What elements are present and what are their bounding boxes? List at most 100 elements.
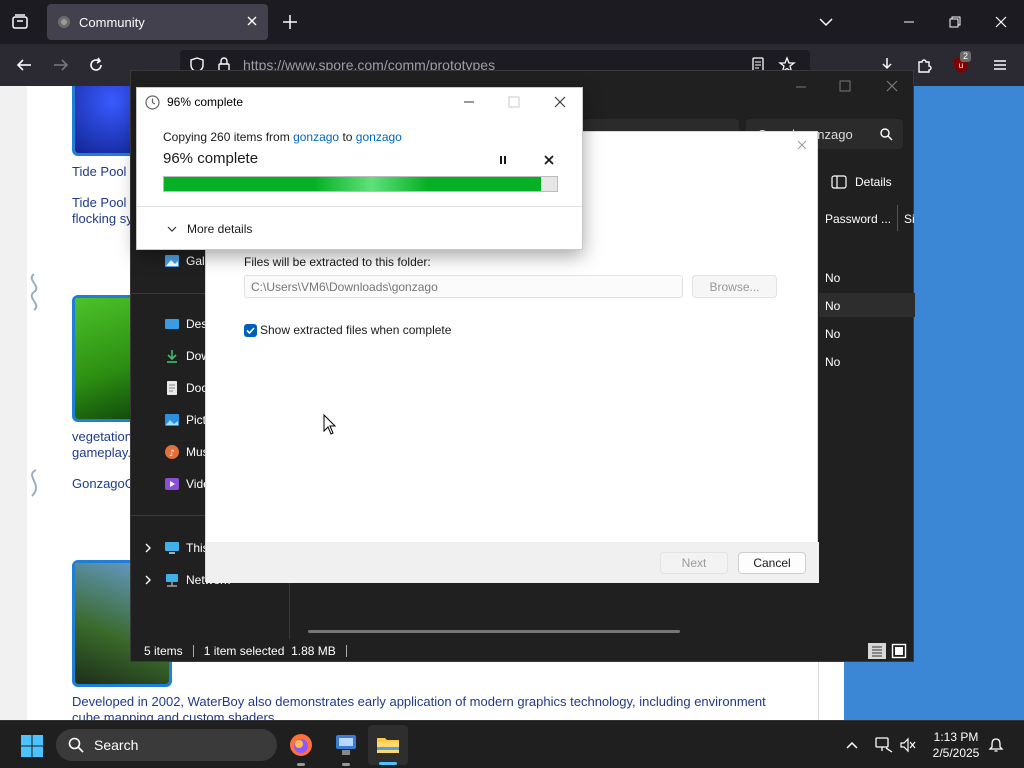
sidebar-item-downloads[interactable]: Dow (164, 348, 210, 364)
sidebar-item-documents[interactable]: Doc (164, 380, 207, 396)
details-pane-button[interactable]: Details (831, 175, 892, 189)
tiles-view-icon[interactable] (891, 643, 907, 659)
back-arrow-icon[interactable] (15, 56, 33, 74)
pause-icon[interactable] (497, 154, 509, 166)
sidebar-item-gallery[interactable]: Gall (164, 253, 207, 269)
chevron-up-icon[interactable] (845, 739, 859, 751)
close-window-icon[interactable] (992, 13, 1010, 31)
waterboy-description: Developed in 2002, WaterBoy also demonst… (72, 694, 766, 720)
prototype-link[interactable]: GonzagoG (72, 476, 135, 491)
sidebar-item-music[interactable]: ♪ Mus (164, 444, 209, 460)
chevron-right-icon[interactable] (143, 543, 153, 553)
cancel-copy-icon[interactable] (543, 154, 555, 166)
minimize-window-icon[interactable] (900, 13, 918, 31)
tab-community[interactable]: Community (47, 4, 268, 40)
new-tab-icon[interactable] (281, 13, 299, 31)
more-details-label: More details (187, 222, 253, 236)
destination-folder-link[interactable]: gonzago (356, 130, 402, 144)
chevron-right-icon[interactable] (143, 575, 153, 585)
copy-summary-prefix: Copying 260 items from (163, 130, 294, 144)
network-status-icon[interactable] (875, 737, 893, 753)
dialog-divider (137, 206, 582, 207)
computer-icon (165, 542, 179, 554)
progress-status: 96% complete (163, 150, 259, 167)
desktop-icon (165, 319, 179, 329)
maximize-window-icon (508, 96, 520, 108)
sidebar-item-videos[interactable]: Vide (164, 476, 210, 492)
extensions-badge: 2 (960, 51, 972, 62)
prototype-description: vegetation gameplay. (72, 429, 132, 460)
browser-tab-bar: Community (0, 0, 1024, 44)
forward-arrow-icon[interactable] (52, 56, 70, 74)
details-pane-icon (831, 175, 847, 189)
show-extracted-files-option[interactable]: Show extracted files when complete (244, 323, 451, 337)
copy-progress-bar (163, 176, 558, 192)
search-icon (68, 737, 84, 753)
copy-summary: Copying 260 items from gonzago to gonzag… (163, 130, 402, 144)
wizard-footer: Next Cancel (206, 542, 819, 583)
close-tab-icon[interactable] (244, 13, 260, 29)
copy-progress-dialog: 96% complete Copying 260 items from gonz… (136, 87, 583, 250)
extensions-icon[interactable] (915, 56, 933, 74)
chevron-down-icon (167, 226, 177, 232)
minimize-window-icon[interactable] (462, 95, 476, 109)
windows-start-icon[interactable] (20, 734, 44, 758)
sidebar-item-pictures[interactable]: Pict (164, 412, 206, 428)
notification-bell-icon[interactable] (988, 737, 1004, 753)
destination-folder-label: Files will be extracted to this folder: (244, 255, 431, 269)
prototype-link[interactable]: Tide Pool (72, 164, 126, 179)
file-explorer-taskbar-button[interactable] (368, 725, 408, 765)
next-button[interactable]: Next (660, 552, 728, 574)
restore-window-icon[interactable] (946, 13, 964, 31)
selection-info: 1 item selected 1.88 MB (203, 644, 336, 658)
close-icon[interactable] (796, 139, 808, 151)
taskbar-search[interactable]: Search (56, 729, 277, 761)
decorative-swirl-icon (30, 273, 38, 311)
download-arrow-icon (167, 350, 177, 363)
search-icon (880, 128, 893, 141)
details-view-icon[interactable] (868, 643, 886, 659)
system-clock[interactable]: 1:13 PM 2/5/2025 (924, 729, 988, 761)
gallery-icon (165, 255, 179, 267)
sidebar-item-desktop[interactable]: Des (164, 316, 207, 332)
dialog-title: 96% complete (167, 95, 244, 109)
tab-list-icon[interactable] (11, 13, 29, 31)
close-window-icon[interactable] (553, 95, 567, 109)
clock-icon (145, 94, 160, 110)
music-icon: ♪ (165, 445, 179, 459)
list-all-tabs-icon[interactable] (817, 13, 835, 31)
horizontal-scrollbar[interactable] (308, 630, 680, 633)
firefox-icon[interactable] (288, 732, 314, 758)
column-header-password[interactable]: Password ... (825, 212, 891, 226)
cancel-button[interactable]: Cancel (738, 552, 806, 574)
password-cell: No (825, 327, 841, 341)
network-setup-app-icon[interactable] (333, 732, 359, 758)
svg-text:u: u (959, 61, 963, 70)
menu-hamburger-icon[interactable] (991, 56, 1009, 74)
running-indicator (297, 763, 305, 766)
prototype-description: Tide Pool flocking sy (72, 195, 133, 226)
minimize-window-icon[interactable] (793, 79, 809, 95)
password-cell: No (825, 355, 841, 369)
password-cell: No (825, 271, 841, 285)
sidebar-item-label: Pict (186, 413, 207, 427)
mouse-pointer-icon (323, 414, 337, 435)
svg-text:♪: ♪ (169, 449, 175, 459)
maximize-window-icon[interactable] (837, 78, 853, 94)
volume-muted-icon[interactable] (899, 737, 917, 753)
details-label: Details (855, 175, 892, 189)
source-folder-link[interactable]: gonzago (293, 130, 339, 144)
column-header-size[interactable]: Si (904, 212, 915, 226)
reload-icon[interactable] (87, 56, 105, 74)
close-window-icon[interactable] (884, 78, 900, 94)
status-bar: 5 items 1 item selected 1.88 MB (131, 639, 915, 663)
active-indicator (379, 762, 397, 765)
more-details-toggle[interactable]: More details (167, 222, 252, 236)
browse-button[interactable]: Browse... (692, 275, 777, 298)
copy-progress-fill (164, 177, 542, 191)
destination-path-field[interactable]: C:\Users\VM6\Downloads\gonzago (244, 275, 683, 298)
sidebar-item-this-pc[interactable]: This (143, 540, 209, 556)
checkbox-checked-icon[interactable] (244, 323, 257, 337)
status-separator (345, 645, 347, 657)
column-divider[interactable] (897, 205, 898, 231)
